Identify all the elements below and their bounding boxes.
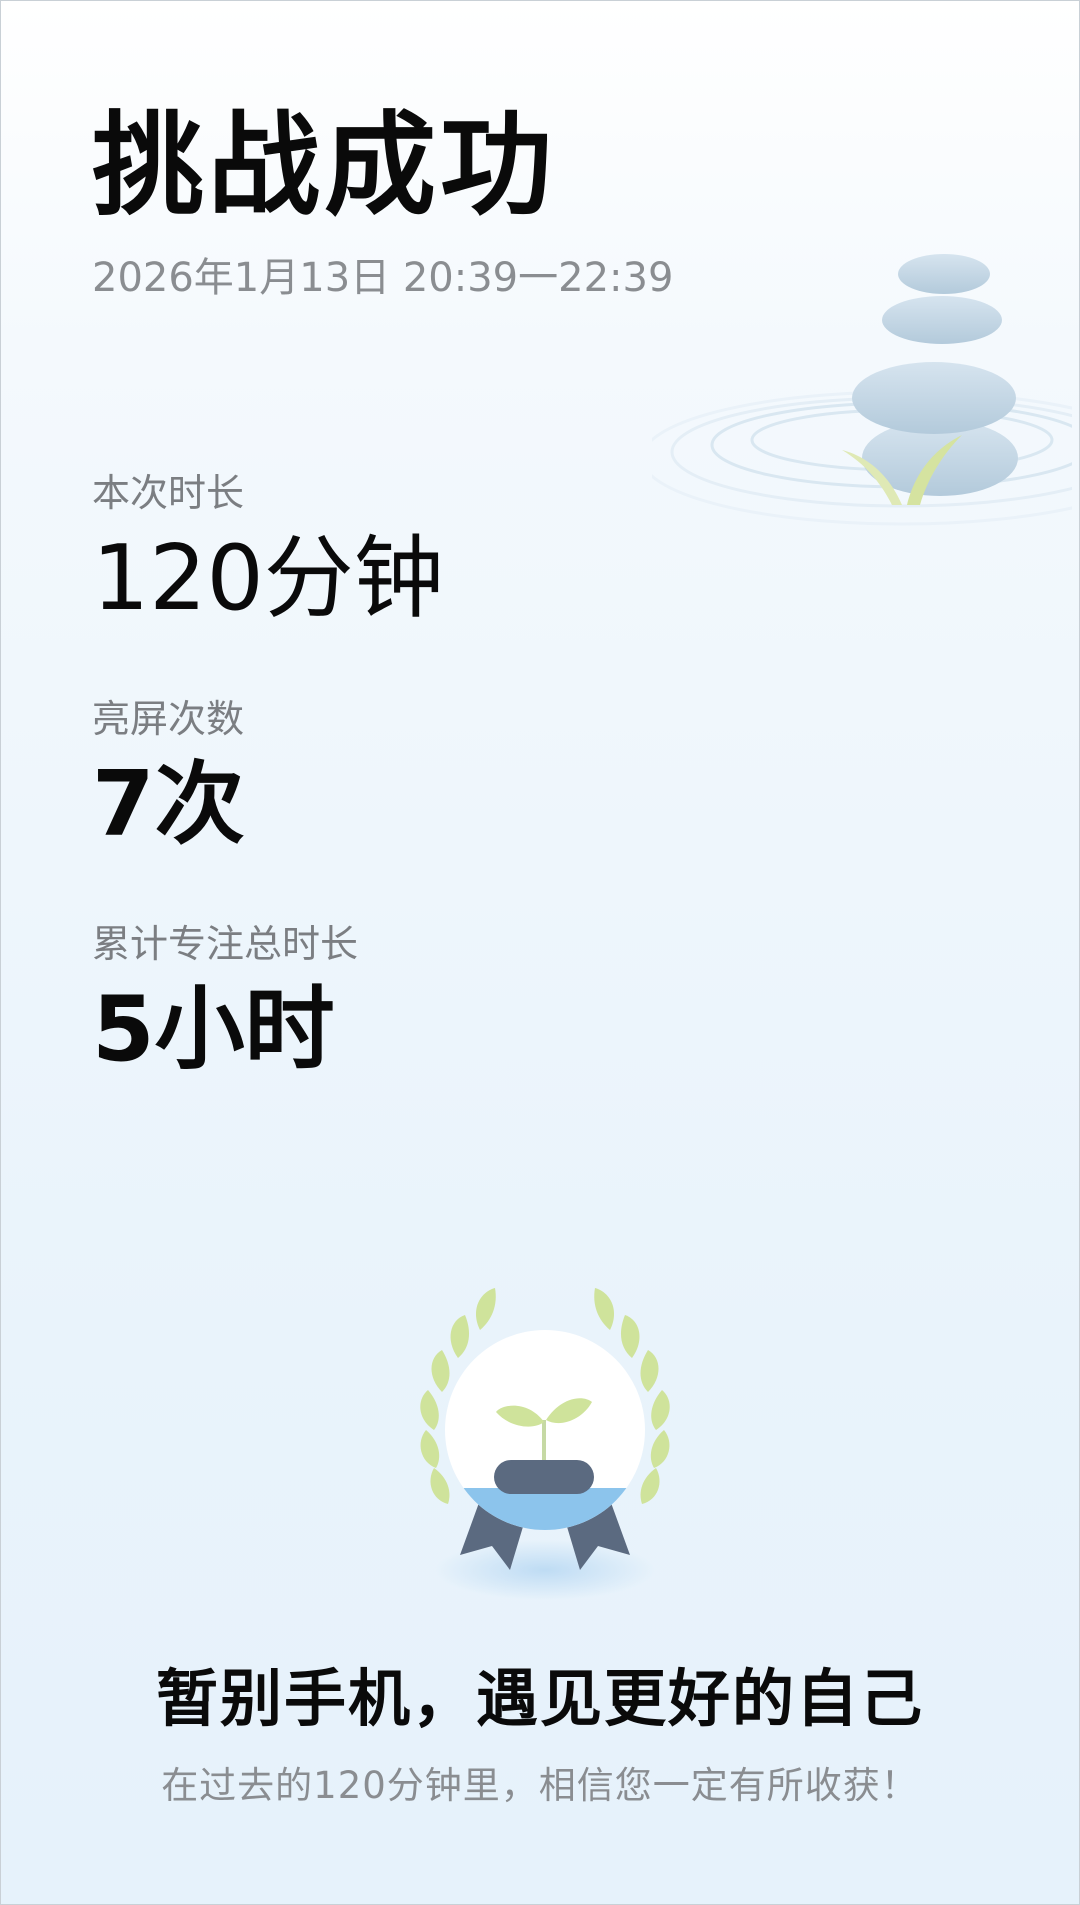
session-datetime: 2026年1月13日 20:39一22:39	[92, 255, 674, 301]
total-focus-value: 5小时	[92, 977, 335, 1082]
total-focus-label: 累计专注总时长	[92, 922, 359, 966]
page-title: 挑战成功	[92, 101, 556, 231]
slogan: 暂别手机，遇见更好的自己	[155, 1662, 924, 1735]
stacked-stones-icon	[652, 254, 1072, 526]
screen-on-count-value: 7次	[92, 752, 245, 857]
duration-value: 120分钟	[92, 526, 444, 631]
duration-label: 本次时长	[92, 471, 245, 515]
encouragement-text: 在过去的120分钟里，相信您一定有所收获！	[161, 1764, 919, 1807]
screen-on-count-label: 亮屏次数	[92, 697, 245, 741]
sprout-medal-icon	[420, 1288, 670, 1600]
